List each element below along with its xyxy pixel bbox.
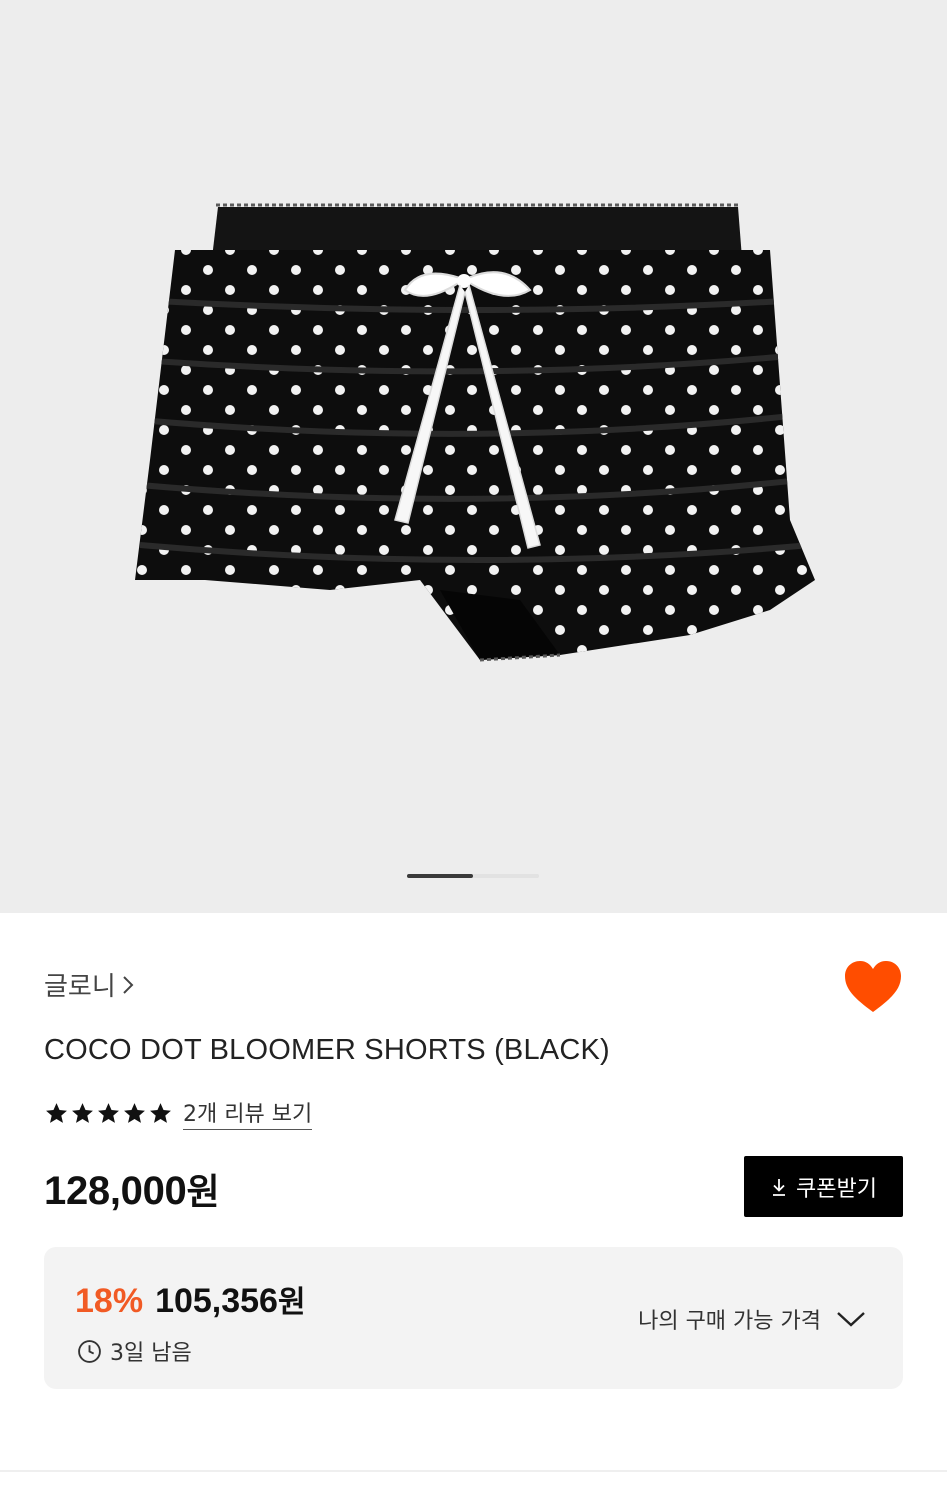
clock-icon	[78, 1339, 101, 1363]
star-icon	[150, 1102, 171, 1123]
slide-indicator-active	[407, 874, 473, 878]
product-image-gallery[interactable]	[0, 0, 947, 913]
star-icon	[72, 1102, 93, 1123]
product-title: COCO DOT BLOOMER SHORTS (BLACK)	[44, 1034, 610, 1066]
coupon-button[interactable]: 쿠폰받기	[744, 1156, 903, 1217]
discount-row: 18% 105,356원	[75, 1277, 306, 1321]
product-image	[135, 203, 815, 662]
time-left-row: 3일 남음	[77, 1335, 192, 1367]
download-icon	[773, 1178, 786, 1196]
price-number: 128,000	[44, 1169, 187, 1213]
discount-rate: 18%	[75, 1282, 144, 1320]
coupon-label: 쿠폰받기	[796, 1176, 877, 1202]
brand-link[interactable]: 글로니	[44, 966, 134, 1003]
star-rating	[44, 1101, 173, 1126]
my-price-toggle[interactable]: 나의 구매 가능 가격	[638, 1303, 867, 1335]
sale-price-number: 105,356	[155, 1282, 278, 1320]
star-icon	[98, 1102, 119, 1123]
heart-icon[interactable]	[842, 958, 904, 1016]
time-left: 3일 남음	[110, 1341, 192, 1366]
my-price-label: 나의 구매 가능 가격	[638, 1309, 821, 1334]
sale-price: 105,356원	[155, 1277, 306, 1321]
star-icon	[46, 1102, 67, 1123]
sale-price-unit: 원	[277, 1285, 306, 1320]
slide-indicator	[407, 874, 539, 878]
chevron-down-icon	[837, 1312, 865, 1327]
chevron-right-icon	[123, 975, 134, 994]
review-link[interactable]: 2개 리뷰 보기	[183, 1096, 313, 1130]
star-icon	[124, 1102, 145, 1123]
price-unit: 원	[186, 1172, 220, 1213]
rating-row: 2개 리뷰 보기	[44, 1096, 313, 1130]
brand-name: 글로니	[44, 972, 116, 1002]
original-price: 128,000원	[44, 1163, 220, 1215]
section-divider	[0, 1470, 947, 1472]
benefit-box: 18% 105,356원 3일 남음 나의 구매 가능 가격	[44, 1247, 903, 1389]
